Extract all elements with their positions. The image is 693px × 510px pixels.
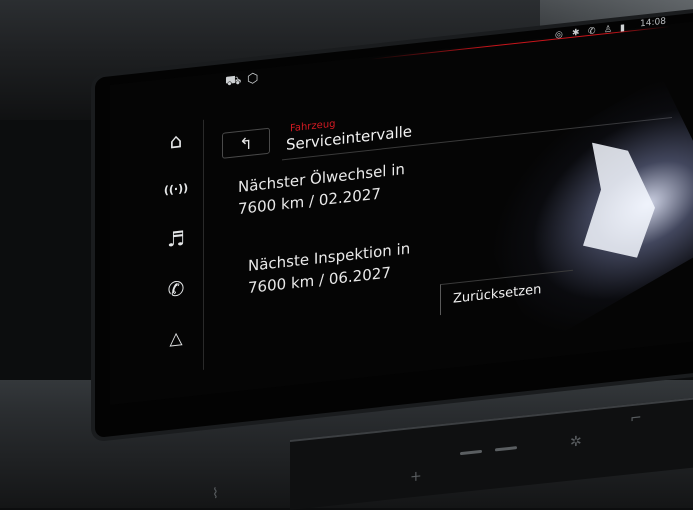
- inspection-info: Nächste Inspektion in 7600 km / 06.2027: [248, 237, 410, 299]
- back-button[interactable]: ↰: [222, 127, 270, 159]
- radio-icon[interactable]: ((·)): [156, 169, 196, 209]
- back-arrow-icon: ↰: [239, 132, 253, 154]
- main-sidebar: ⌂ ((·)) ♬ ✆ △: [148, 119, 204, 376]
- car-service-icon: ⛟: [225, 72, 242, 90]
- console-plus-icon: +: [410, 468, 422, 486]
- console-seat-icon: ⌐: [630, 410, 642, 428]
- cube-icon: ⬡: [247, 70, 259, 88]
- console-button: [495, 446, 517, 452]
- person-icon: ♙: [604, 24, 613, 36]
- navigation-icon[interactable]: △: [156, 319, 196, 359]
- infotainment-screen: ⛟ ⬡ ◎ ✱ ✆ ♙ ▮ 14:08 ⌂ ((·)) ♬ ✆ △ ↰ Fahr…: [110, 17, 693, 406]
- phone-icon: ✆: [588, 26, 596, 38]
- location-icon: ◎: [555, 29, 563, 41]
- signal-icon: ▮: [620, 23, 625, 34]
- console-fan-icon: ✲: [570, 433, 582, 451]
- home-icon[interactable]: ⌂: [156, 121, 196, 161]
- phone-call-icon[interactable]: ✆: [156, 269, 196, 309]
- media-icon[interactable]: ♬: [156, 219, 196, 259]
- console-button: [460, 449, 482, 456]
- oil-change-info: Nächster Ölwechsel in 7600 km / 02.2027: [238, 158, 405, 220]
- console-seat-heat-icon: ⌇: [212, 486, 219, 502]
- bluetooth-icon: ✱: [572, 27, 580, 39]
